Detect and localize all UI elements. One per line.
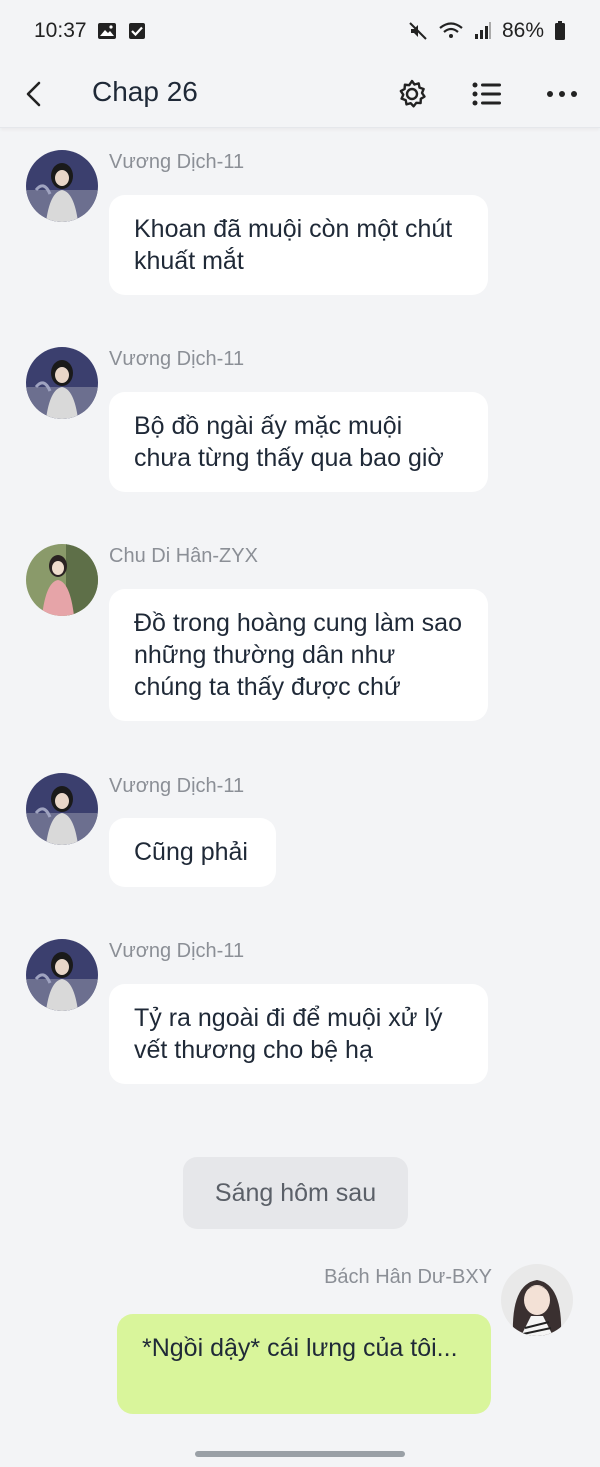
status-right: 86%	[408, 19, 566, 43]
gear-icon	[399, 79, 426, 108]
back-button[interactable]	[14, 74, 54, 114]
my-avatar[interactable]	[501, 1264, 573, 1336]
narration-label: Sáng hôm sau	[183, 1157, 408, 1229]
message-bubble: Khoan đã muội còn một chút khuất mắt	[109, 195, 488, 295]
sender-name: Vương Dịch-11	[109, 348, 245, 370]
checkbox-notification-icon	[128, 23, 145, 39]
avatar[interactable]	[26, 347, 98, 419]
app-bar: Chap 26	[0, 62, 600, 128]
image-notification-icon	[97, 23, 116, 39]
more-horizontal-icon	[547, 91, 577, 97]
message-bubble: Bộ đồ ngài ấy mặc muội chưa từng thấy qu…	[109, 392, 488, 492]
sender-name: Vương Dịch-11	[109, 775, 245, 797]
battery-icon	[555, 21, 565, 40]
avatar[interactable]	[26, 939, 98, 1011]
sender-name: Vương Dịch-11	[109, 940, 245, 962]
back-arrow-icon	[26, 81, 41, 107]
avatar-image	[26, 544, 98, 616]
avatar-image	[26, 939, 98, 1011]
avatar[interactable]	[26, 544, 98, 616]
message-bubble: Đồ trong hoàng cung làm sao những thường…	[109, 589, 488, 721]
list-icon	[472, 82, 501, 106]
avatar-image	[26, 150, 98, 222]
sender-name: Vương Dịch-11	[109, 151, 245, 173]
avatar-image	[26, 347, 98, 419]
avatar-image	[26, 773, 98, 845]
avatar[interactable]	[26, 150, 98, 222]
wifi-icon	[439, 22, 463, 38]
chapter-list-button[interactable]	[465, 72, 509, 116]
chapter-title: Chap 26	[92, 76, 198, 107]
settings-button[interactable]	[390, 72, 434, 116]
avatar-image	[501, 1264, 573, 1336]
status-bar: 10:37 86%	[0, 0, 600, 62]
mute-icon	[409, 22, 427, 40]
status-left: 10:37	[34, 19, 147, 43]
sender-name: Bách Hân Dư-BXY	[324, 1266, 492, 1288]
home-indicator[interactable]	[195, 1451, 405, 1457]
more-options-button[interactable]	[540, 72, 584, 116]
message-bubble: Cũng phải	[109, 818, 276, 887]
my-message-bubble: *Ngồi dậy* cái lưng của tôi...	[117, 1314, 491, 1414]
message-bubble: Tỷ ra ngoài đi để muội xử lý vết thương …	[109, 984, 488, 1084]
battery-percent: 86%	[501, 19, 544, 42]
avatar[interactable]	[26, 773, 98, 845]
sender-name: Chu Di Hân-ZYX	[109, 545, 258, 567]
status-time: 10:37	[34, 19, 87, 42]
signal-icon	[474, 22, 491, 39]
